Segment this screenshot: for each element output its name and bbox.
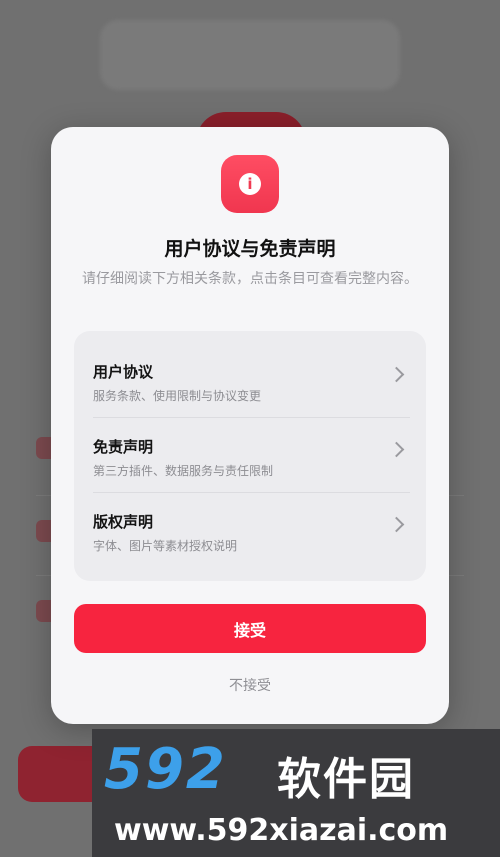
- chevron-right-icon: [388, 366, 405, 383]
- item-description: 第三方插件、数据服务与责任限制: [93, 464, 274, 478]
- item-title: 免责声明: [93, 438, 154, 456]
- list-item-disclaimer[interactable]: 免责声明 第三方插件、数据服务与责任限制: [93, 406, 410, 481]
- chevron-right-icon: [388, 516, 405, 533]
- list-item-copyright[interactable]: 版权声明 字体、图片等素材授权说明: [93, 481, 410, 556]
- chevron-right-icon: [388, 441, 405, 458]
- agreement-dialog: i 用户协议与免责声明 请仔细阅读下方相关条款，点击条目可查看完整内容。 用户协…: [51, 127, 449, 724]
- item-title: 版权声明: [93, 513, 154, 531]
- dialog-subtitle: 请仔细阅读下方相关条款，点击条目可查看完整内容。: [82, 271, 418, 287]
- dialog-title: 用户协议与免责声明: [164, 238, 336, 260]
- info-badge: i: [221, 155, 279, 213]
- list-item-user-agreement[interactable]: 用户协议 服务条款、使用限制与协议变更: [93, 331, 410, 406]
- item-title: 用户协议: [93, 363, 154, 381]
- info-icon: i: [239, 173, 261, 195]
- watermark-logo: 592: [104, 737, 227, 802]
- watermark-banner: 592 软件园 www.592xiazai.com: [92, 729, 500, 857]
- watermark-name: 软件园: [277, 754, 415, 805]
- terms-list: 用户协议 服务条款、使用限制与协议变更 免责声明 第三方插件、数据服务与责任限制…: [74, 331, 426, 581]
- watermark-url: www.592xiazai.com: [114, 813, 449, 848]
- accept-button[interactable]: 接受: [74, 604, 426, 653]
- decline-button[interactable]: 不接受: [51, 675, 449, 695]
- item-description: 字体、图片等素材授权说明: [93, 539, 238, 553]
- background-header: [100, 20, 400, 90]
- item-description: 服务条款、使用限制与协议变更: [93, 389, 262, 403]
